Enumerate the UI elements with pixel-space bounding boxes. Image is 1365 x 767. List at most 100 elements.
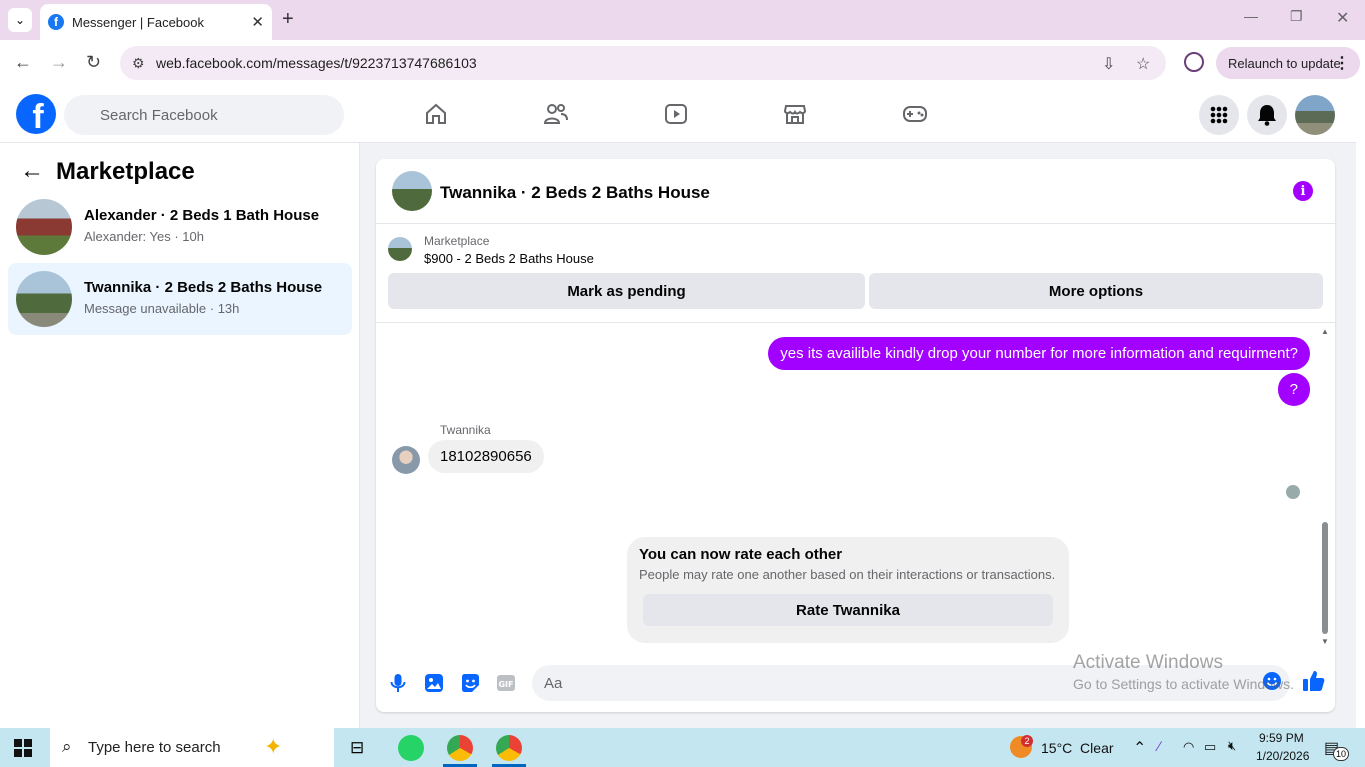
photo-icon[interactable] (424, 673, 444, 693)
seen-receipt-avatar (1286, 485, 1300, 499)
like-thumb-icon[interactable] (1302, 669, 1325, 691)
taskbar-search-placeholder: Type here to search (88, 739, 221, 756)
sticker-icon[interactable] (460, 673, 480, 693)
sender-avatar[interactable] (392, 446, 420, 474)
chat-avatar[interactable] (392, 171, 432, 211)
pen-icon[interactable]: ∕ (1158, 738, 1160, 754)
svg-text:GIF: GIF (498, 680, 513, 689)
video-icon[interactable] (662, 100, 690, 128)
reload-icon[interactable]: ↻ (86, 52, 101, 73)
tab-title: Messenger | Facebook (72, 14, 204, 30)
grid-icon (1210, 106, 1228, 124)
microphone-icon[interactable] (388, 673, 408, 693)
more-options-button[interactable]: More options (869, 273, 1323, 309)
marketplace-inbox-panel: ← Marketplace Alexander · 2 Beds 1 Bath … (0, 143, 360, 728)
new-tab-button[interactable]: + (282, 8, 294, 31)
gif-icon[interactable]: GIF (496, 673, 516, 693)
marketplace-icon[interactable] (781, 100, 809, 128)
facebook-search-input[interactable]: Search Facebook (64, 95, 344, 135)
scroll-down-icon[interactable]: ▼ (1321, 637, 1329, 646)
scroll-up-icon[interactable]: ▲ (1321, 327, 1329, 336)
relaunch-label: Relaunch to update (1228, 55, 1341, 71)
conversation-item-active[interactable]: Twannika · 2 Beds 2 Baths House Message … (8, 263, 352, 335)
bookmark-star-icon[interactable]: ☆ (1136, 54, 1150, 74)
browser-tab-bar: ⌄ f Messenger | Facebook ✕ + — ❐ ✕ (0, 0, 1365, 40)
chrome-icon[interactable] (447, 735, 473, 761)
conversation-item[interactable]: Alexander · 2 Beds 1 Bath House Alexande… (8, 191, 352, 263)
windows-start-icon[interactable] (14, 739, 32, 762)
outgoing-message[interactable]: yes its availible kindly drop your numbe… (768, 337, 1310, 370)
mark-as-pending-button[interactable]: Mark as pending (388, 273, 865, 309)
friends-icon[interactable] (542, 100, 570, 128)
tab-search-button[interactable]: ⌄ (8, 8, 32, 32)
windows-taskbar: ⌕ Type here to search ✦ ⊟ 2 15°C Clear ⌃… (0, 728, 1365, 767)
notifications-button[interactable] (1247, 95, 1287, 135)
restore-icon[interactable]: ❐ (1290, 8, 1303, 25)
minimize-icon[interactable]: — (1244, 8, 1258, 24)
search-icon: ⌕ (62, 737, 72, 756)
browser-menu-icon[interactable]: ⋮ (1334, 53, 1350, 73)
sender-name: Twannika (440, 423, 491, 437)
marketplace-label: Marketplace (424, 234, 490, 248)
activate-windows-title: Activate Windows (1073, 652, 1223, 673)
clock-time[interactable]: 9:59 PM (1259, 731, 1304, 745)
incoming-message[interactable]: 18102890656 (428, 440, 544, 473)
bell-icon (1258, 105, 1276, 126)
url-text: web.facebook.com/messages/t/922371374768… (156, 55, 477, 71)
notification-count-badge: 10 (1333, 747, 1349, 761)
rating-prompt-card: You can now rate each other People may r… (627, 537, 1069, 643)
profile-icon[interactable] (1184, 52, 1204, 72)
facebook-favicon-icon: f (48, 14, 64, 30)
scroll-thumb[interactable] (1322, 522, 1328, 634)
install-app-icon[interactable]: ⇩ (1102, 54, 1115, 74)
weather-badge: 2 (1021, 735, 1033, 747)
back-icon[interactable]: ← (14, 52, 32, 73)
copilot-sparkle-icon[interactable]: ✦ (264, 734, 282, 760)
rating-subtitle: People may rate one another based on the… (639, 567, 1056, 582)
listing-thumbnail[interactable] (388, 237, 412, 261)
facebook-logo-icon[interactable]: f (16, 94, 56, 134)
conversation-preview: Message unavailable · 13h (84, 301, 240, 316)
chrome-profile-icon[interactable] (496, 735, 522, 761)
forward-icon[interactable]: → (50, 52, 68, 73)
outgoing-message[interactable]: ? (1277, 373, 1310, 406)
gaming-icon[interactable] (901, 100, 929, 128)
listing-title[interactable]: $900 - 2 Beds 2 Baths House (424, 251, 594, 266)
chat-header: Twannika · 2 Beds 2 Baths House i (376, 159, 1335, 224)
mute-speaker-icon[interactable]: 🔇︎ (1228, 738, 1236, 754)
chevron-up-icon[interactable]: ⌃ (1133, 738, 1146, 758)
rate-button[interactable]: Rate Twannika (643, 594, 1053, 626)
rating-title: You can now rate each other (639, 546, 843, 563)
chat-panel: Twannika · 2 Beds 2 Baths House i Market… (376, 159, 1335, 712)
menu-grid-button[interactable] (1199, 95, 1239, 135)
chat-scrollbar[interactable]: ▲ ▼ (1320, 327, 1330, 647)
battery-icon[interactable]: ▭ (1204, 739, 1216, 755)
conversation-preview: Alexander: Yes · 10h (84, 229, 204, 244)
account-avatar[interactable] (1295, 95, 1335, 135)
conversation-thumbnail (16, 199, 72, 255)
panel-title: Marketplace (56, 158, 195, 185)
marketplace-listing-banner: Marketplace $900 - 2 Beds 2 Baths House … (376, 225, 1335, 323)
site-info-icon[interactable]: ⚙ (132, 55, 145, 72)
clock-date[interactable]: 1/20/2026 (1256, 749, 1309, 763)
address-bar: ← → ↻ ⚙ web.facebook.com/messages/t/9223… (0, 40, 1365, 86)
conversation-thumbnail (16, 271, 72, 327)
conversation-name: Twannika · 2 Beds 2 Baths House (84, 279, 323, 296)
relaunch-button[interactable]: Relaunch to update ⋮ (1216, 47, 1360, 79)
close-tab-icon[interactable]: ✕ (251, 13, 264, 31)
close-window-icon[interactable]: ✕ (1336, 8, 1349, 28)
facebook-header: f ⌕ Search Facebook (0, 86, 1356, 143)
wifi-icon[interactable]: ◠ (1183, 739, 1194, 755)
chat-title[interactable]: Twannika · 2 Beds 2 Baths House (440, 183, 710, 203)
weather-text[interactable]: 15°C Clear (1041, 740, 1114, 756)
back-arrow-icon[interactable]: ← (20, 157, 44, 185)
page-scrollbar[interactable] (1356, 86, 1365, 728)
conversation-name: Alexander · 2 Beds 1 Bath House (84, 207, 320, 224)
info-icon[interactable]: i (1293, 181, 1313, 201)
browser-tab[interactable]: f Messenger | Facebook ✕ (40, 4, 272, 40)
taskbar-search-input[interactable]: ⌕ Type here to search ✦ (50, 728, 334, 767)
home-icon[interactable] (422, 100, 450, 128)
whatsapp-icon[interactable] (398, 735, 424, 761)
task-view-icon[interactable]: ⊟ (350, 738, 364, 758)
url-field[interactable]: ⚙ web.facebook.com/messages/t/9223713747… (120, 46, 1166, 80)
